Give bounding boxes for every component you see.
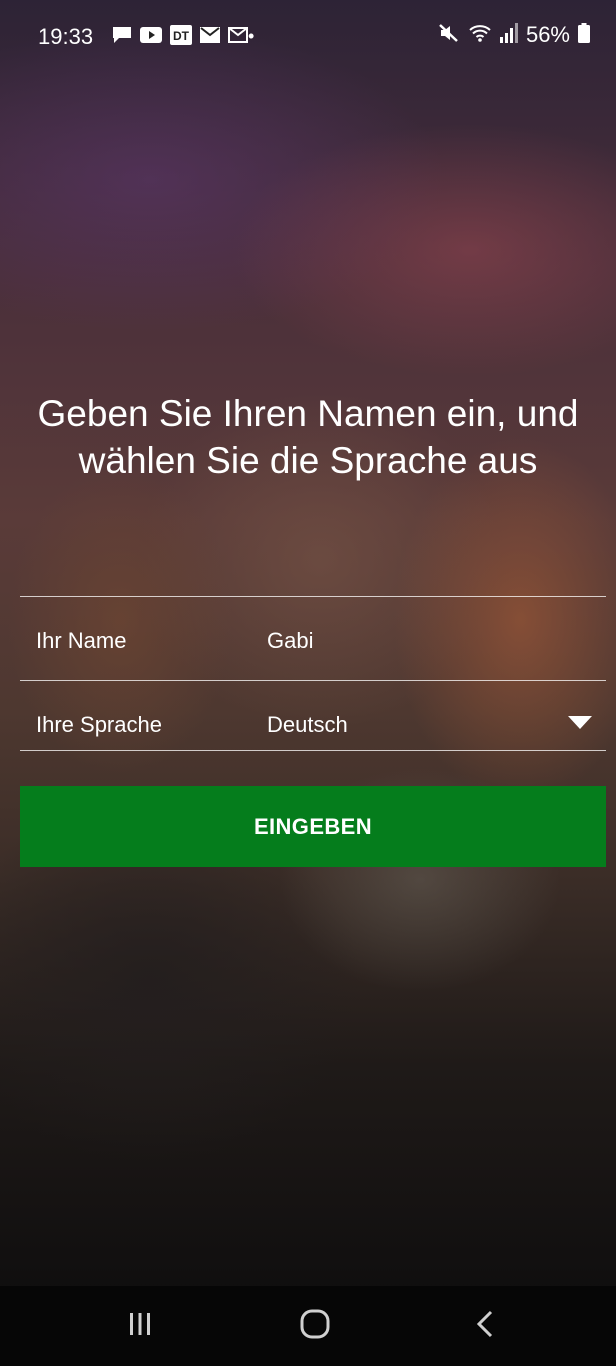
signal-icon: [499, 22, 518, 48]
battery-icon: [578, 22, 590, 48]
form-divider-middle: [20, 680, 606, 681]
back-button[interactable]: [440, 1286, 530, 1366]
wifi-icon: [468, 23, 492, 48]
form-divider-top: [20, 596, 606, 597]
status-dot: •: [248, 26, 255, 46]
navigation-bar: [0, 1286, 616, 1366]
chevron-down-icon[interactable]: [568, 716, 592, 735]
mail-outline-icon: [228, 27, 248, 48]
battery-percent: 56%: [525, 22, 570, 47]
home-icon: [300, 1309, 330, 1344]
notification-icons: DT: [112, 25, 248, 50]
youtube-icon: [140, 27, 162, 48]
form-divider-bottom: [20, 750, 606, 751]
status-bar: 19:33 DT • 56%: [0, 0, 616, 70]
language-label: Ihre Sprache: [36, 712, 162, 737]
status-time: 19:33: [38, 24, 94, 49]
chat-icon: [112, 26, 132, 49]
status-right-icons: 56%: [438, 22, 590, 48]
svg-text:DT: DT: [173, 29, 190, 43]
home-button[interactable]: [270, 1286, 360, 1366]
app-screen: 19:33 DT • 56% Geben Sie Ihren Namen ein…: [0, 0, 616, 1366]
dt-app-icon: DT: [170, 25, 192, 50]
submit-button[interactable]: EINGEBEN: [20, 786, 606, 867]
mute-icon: [438, 23, 460, 48]
recent-apps-icon: [129, 1312, 151, 1341]
page-title: Geben Sie Ihren Namen ein, und wählen Si…: [37, 393, 579, 481]
name-input[interactable]: Gabi: [267, 628, 313, 654]
name-label: Ihr Name: [36, 628, 127, 653]
language-select[interactable]: Deutsch: [267, 712, 348, 738]
mail-icon: [200, 27, 220, 48]
back-icon: [476, 1310, 494, 1343]
recent-apps-button[interactable]: [95, 1286, 185, 1366]
